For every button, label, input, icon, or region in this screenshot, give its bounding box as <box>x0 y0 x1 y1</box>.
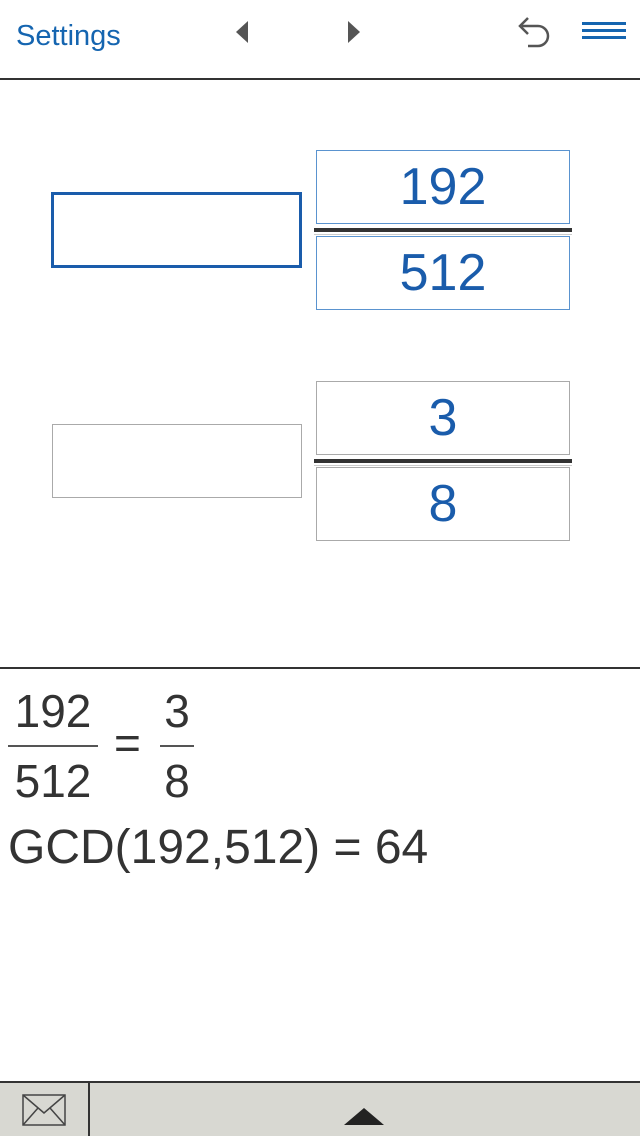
whole-number-input-reduced[interactable] <box>52 424 302 498</box>
result-fraction-right: 3 8 <box>160 683 194 809</box>
result-right-numerator: 3 <box>164 685 190 737</box>
result-right-bar <box>160 745 194 747</box>
hamburger-menu-icon[interactable] <box>580 18 628 44</box>
denominator-input-original[interactable]: 512 <box>316 236 570 310</box>
result-left-numerator: 192 <box>14 685 92 737</box>
bottom-toolbar <box>0 1081 640 1136</box>
fraction-bar-original <box>314 228 572 235</box>
envelope-icon <box>22 1093 66 1126</box>
whole-number-input-original[interactable] <box>51 192 302 268</box>
result-left-denominator: 512 <box>14 755 92 807</box>
numerator-input-original[interactable]: 192 <box>316 150 570 224</box>
mail-button[interactable] <box>0 1083 90 1136</box>
result-right-denominator: 8 <box>164 755 190 807</box>
triangle-right-icon[interactable] <box>342 16 366 48</box>
result-equals-sign: = <box>114 717 141 769</box>
result-fraction-left: 192 512 <box>8 683 98 809</box>
numerator-input-reduced[interactable]: 3 <box>316 381 570 455</box>
section-divider <box>0 667 640 669</box>
fraction-bar-reduced <box>314 459 572 466</box>
undo-arrow-icon[interactable] <box>514 14 554 50</box>
settings-button[interactable]: Settings <box>16 18 121 54</box>
result-left-bar <box>8 745 98 747</box>
top-toolbar: Settings <box>0 0 640 80</box>
gcd-result-text: GCD(192,512) = 64 <box>8 821 429 874</box>
denominator-input-reduced[interactable]: 8 <box>316 467 570 541</box>
triangle-left-icon[interactable] <box>230 16 254 48</box>
fraction-calculator-screen: Settings 192 512 3 8 192 512 = 3 8 GCD(1… <box>0 0 640 1136</box>
triangle-up-icon[interactable] <box>340 1105 388 1129</box>
